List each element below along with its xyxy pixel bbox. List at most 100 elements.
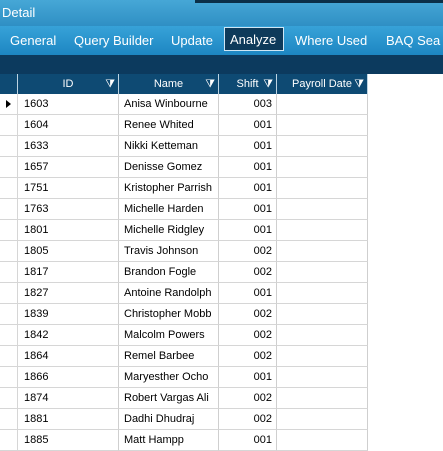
tab-query-builder[interactable]: Query Builder [74, 26, 153, 55]
tab-update[interactable]: Update [171, 26, 213, 55]
cell-payroll-date[interactable] [277, 220, 368, 241]
cell-name[interactable]: Denisse Gomez [119, 157, 219, 178]
row-selector[interactable] [0, 136, 18, 157]
cell-shift[interactable]: 001 [219, 199, 277, 220]
row-selector[interactable] [0, 262, 18, 283]
tab-baq-search[interactable]: BAQ Sea [386, 26, 440, 55]
cell-shift[interactable]: 001 [219, 367, 277, 388]
cell-name[interactable]: Antoine Randolph [119, 283, 219, 304]
cell-name[interactable]: Nikki Ketteman [119, 136, 219, 157]
cell-id[interactable]: 1604 [18, 115, 119, 136]
cell-id[interactable]: 1839 [18, 304, 119, 325]
row-selector[interactable] [0, 94, 18, 115]
cell-id[interactable]: 1805 [18, 241, 119, 262]
column-header-name[interactable]: Name ⧩ [119, 74, 219, 94]
filter-icon[interactable]: ⧩ [354, 74, 364, 94]
column-header-payroll-date[interactable]: Payroll Date ⧩ [277, 74, 368, 94]
cell-id[interactable]: 1874 [18, 388, 119, 409]
cell-name[interactable]: Dadhi Dhudraj [119, 409, 219, 430]
cell-name[interactable]: Maryesther Ocho [119, 367, 219, 388]
cell-name[interactable]: Matt Hampp [119, 430, 219, 451]
cell-id[interactable]: 1827 [18, 283, 119, 304]
row-selector[interactable] [0, 241, 18, 262]
cell-payroll-date[interactable] [277, 367, 368, 388]
row-selector[interactable] [0, 178, 18, 199]
cell-payroll-date[interactable] [277, 241, 368, 262]
cell-shift[interactable]: 001 [219, 115, 277, 136]
cell-name[interactable]: Travis Johnson [119, 241, 219, 262]
tab-analyze[interactable]: Analyze [224, 27, 284, 51]
cell-name[interactable]: Kristopher Parrish [119, 178, 219, 199]
column-header-id[interactable]: ID ⧩ [18, 74, 119, 94]
cell-payroll-date[interactable] [277, 262, 368, 283]
cell-payroll-date[interactable] [277, 94, 368, 115]
cell-shift[interactable]: 001 [219, 136, 277, 157]
row-selector[interactable] [0, 220, 18, 241]
row-selector[interactable] [0, 157, 18, 178]
cell-shift[interactable]: 001 [219, 430, 277, 451]
cell-name[interactable]: Remel Barbee [119, 346, 219, 367]
tab-where-used[interactable]: Where Used [295, 26, 367, 55]
cell-id[interactable]: 1751 [18, 178, 119, 199]
cell-payroll-date[interactable] [277, 304, 368, 325]
cell-shift[interactable]: 002 [219, 304, 277, 325]
cell-payroll-date[interactable] [277, 136, 368, 157]
cell-shift[interactable]: 001 [219, 157, 277, 178]
cell-shift[interactable]: 001 [219, 178, 277, 199]
tab-general[interactable]: General [10, 26, 56, 55]
cell-payroll-date[interactable] [277, 346, 368, 367]
cell-shift[interactable]: 002 [219, 262, 277, 283]
row-selector[interactable] [0, 199, 18, 220]
column-header-label: Name [153, 78, 184, 90]
cell-payroll-date[interactable] [277, 283, 368, 304]
cell-payroll-date[interactable] [277, 157, 368, 178]
row-selector[interactable] [0, 115, 18, 136]
row-selector[interactable] [0, 325, 18, 346]
cell-name[interactable]: Michelle Harden [119, 199, 219, 220]
row-selector[interactable] [0, 283, 18, 304]
cell-shift[interactable]: 002 [219, 325, 277, 346]
cell-name[interactable]: Malcolm Powers [119, 325, 219, 346]
cell-shift[interactable]: 003 [219, 94, 277, 115]
cell-id[interactable]: 1763 [18, 199, 119, 220]
cell-payroll-date[interactable] [277, 199, 368, 220]
cell-payroll-date[interactable] [277, 430, 368, 451]
cell-payroll-date[interactable] [277, 178, 368, 199]
cell-shift[interactable]: 002 [219, 346, 277, 367]
cell-payroll-date[interactable] [277, 409, 368, 430]
filter-icon[interactable]: ⧩ [205, 74, 215, 94]
cell-name[interactable]: Anisa Winbourne [119, 94, 219, 115]
cell-id[interactable]: 1881 [18, 409, 119, 430]
cell-id[interactable]: 1842 [18, 325, 119, 346]
row-selector[interactable] [0, 388, 18, 409]
cell-name[interactable]: Renee Whited [119, 115, 219, 136]
row-selector[interactable] [0, 409, 18, 430]
cell-name[interactable]: Robert Vargas Ali [119, 388, 219, 409]
cell-name[interactable]: Christopher Mobb [119, 304, 219, 325]
row-selector[interactable] [0, 367, 18, 388]
cell-id[interactable]: 1603 [18, 94, 119, 115]
cell-name[interactable]: Michelle Ridgley [119, 220, 219, 241]
filter-icon[interactable]: ⧩ [263, 74, 273, 94]
cell-shift[interactable]: 001 [219, 220, 277, 241]
cell-id[interactable]: 1801 [18, 220, 119, 241]
cell-name[interactable]: Brandon Fogle [119, 262, 219, 283]
cell-shift[interactable]: 001 [219, 283, 277, 304]
cell-payroll-date[interactable] [277, 115, 368, 136]
filter-icon[interactable]: ⧩ [105, 74, 115, 94]
row-selector[interactable] [0, 304, 18, 325]
cell-id[interactable]: 1657 [18, 157, 119, 178]
cell-shift[interactable]: 002 [219, 241, 277, 262]
cell-id[interactable]: 1864 [18, 346, 119, 367]
cell-payroll-date[interactable] [277, 388, 368, 409]
cell-payroll-date[interactable] [277, 325, 368, 346]
cell-id[interactable]: 1633 [18, 136, 119, 157]
cell-shift[interactable]: 002 [219, 409, 277, 430]
row-selector[interactable] [0, 346, 18, 367]
row-selector[interactable] [0, 430, 18, 451]
cell-shift[interactable]: 002 [219, 388, 277, 409]
column-header-shift[interactable]: Shift ⧩ [219, 74, 277, 94]
cell-id[interactable]: 1866 [18, 367, 119, 388]
cell-id[interactable]: 1817 [18, 262, 119, 283]
cell-id[interactable]: 1885 [18, 430, 119, 451]
